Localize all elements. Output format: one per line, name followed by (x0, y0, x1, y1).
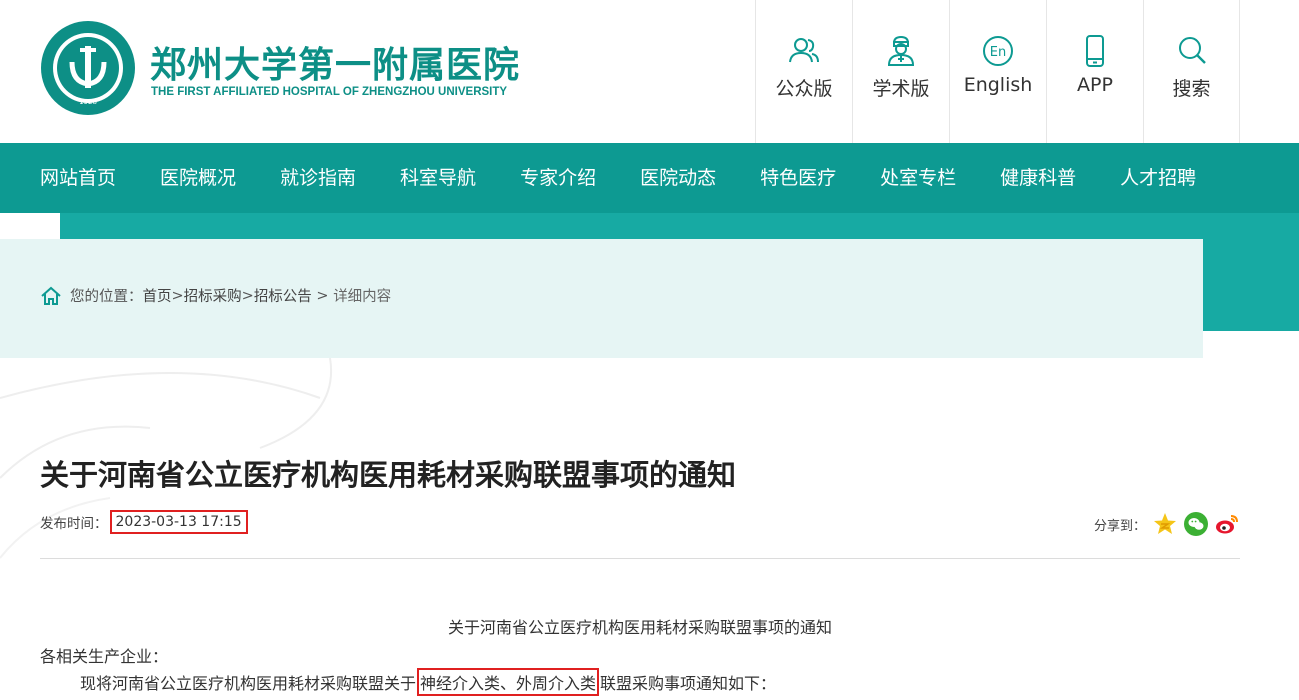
quick-link-academic[interactable]: 学术版 (852, 0, 949, 143)
nav-item-experts[interactable]: 专家介绍 (520, 143, 596, 213)
weibo-icon[interactable] (1215, 512, 1239, 536)
breadcrumb-home[interactable]: 首页 (143, 285, 172, 306)
brand-name-en: THE FIRST AFFILIATED HOSPITAL OF ZHENGZH… (151, 86, 508, 98)
svg-text:En: En (990, 45, 1006, 60)
nav-item-news[interactable]: 医院动态 (640, 143, 716, 213)
home-icon (41, 286, 61, 305)
qzone-icon[interactable] (1153, 512, 1177, 536)
quick-link-app[interactable]: APP (1046, 0, 1143, 143)
wechat-icon[interactable] (1184, 512, 1208, 536)
search-icon (1178, 37, 1206, 64)
nav-item-featured[interactable]: 特色医疗 (760, 143, 836, 213)
breadcrumb-prefix: 您的位置： (70, 289, 143, 305)
svg-text:1928: 1928 (79, 98, 97, 106)
breadcrumb-notices[interactable]: 招标公告 (254, 285, 312, 306)
site-header: 1928 郑州大学第一附属医院 THE FIRST AFFILIATED HOS… (0, 0, 1299, 143)
body-greeting: 各相关生产企业： (40, 647, 169, 666)
publish-time: 2023-03-13 17:15 (109, 510, 248, 534)
nav-item-overview[interactable]: 医院概况 (160, 143, 236, 213)
nav-item-guide[interactable]: 就诊指南 (280, 143, 356, 213)
nav-item-recruit[interactable]: 人才招聘 (1120, 143, 1196, 213)
brand-name-cn: 郑州大学第一附属医院 (150, 44, 521, 86)
share-label: 分享到： (1093, 518, 1146, 534)
hospital-logo[interactable]: 1928 (40, 20, 136, 116)
breadcrumb: 您的位置： 首页 > 招标采购 > 招标公告 > 详细内容 (40, 285, 391, 306)
nav-item-health[interactable]: 健康科普 (1000, 143, 1076, 213)
phone-icon (1086, 35, 1104, 67)
doctor-icon (887, 35, 915, 66)
title-divider (40, 558, 1240, 559)
share-bar: 分享到： (1094, 512, 1239, 536)
nav-item-home[interactable]: 网站首页 (40, 143, 116, 213)
quick-links: 公众版 学术版 En English APP 搜索 (755, 0, 1240, 143)
quick-link-public[interactable]: 公众版 (755, 0, 852, 143)
en-icon: En (983, 36, 1013, 66)
publish-meta: 发布时间： 2023-03-13 17:15 (40, 510, 248, 534)
breadcrumb-current: 详细内容 (333, 289, 392, 305)
highlighted-category: 神经介入类、外周介入类 (417, 668, 600, 696)
main-nav: 网站首页 医院概况 就诊指南 科室导航 专家介绍 医院动态 特色医疗 处室专栏 … (0, 143, 1299, 213)
quick-link-search[interactable]: 搜索 (1143, 0, 1240, 143)
nav-item-offices[interactable]: 处室专栏 (880, 143, 956, 213)
nav-item-departments[interactable]: 科室导航 (400, 143, 476, 213)
body-title: 关于河南省公立医疗机构医用耗材采购联盟事项的通知 (447, 618, 832, 637)
users-icon (789, 38, 819, 63)
publish-label: 发布时间： (40, 516, 108, 532)
quick-link-english[interactable]: En English (949, 0, 1046, 143)
body-paragraph: 现将河南省公立医疗机构医用耗材采购联盟关于 神经介入类、外周介入类 联盟采购事项通知… (80, 668, 776, 696)
breadcrumb-procurement[interactable]: 招标采购 (184, 285, 242, 306)
article-title: 关于河南省公立医疗机构医用耗材采购联盟事项的通知 (40, 458, 737, 492)
